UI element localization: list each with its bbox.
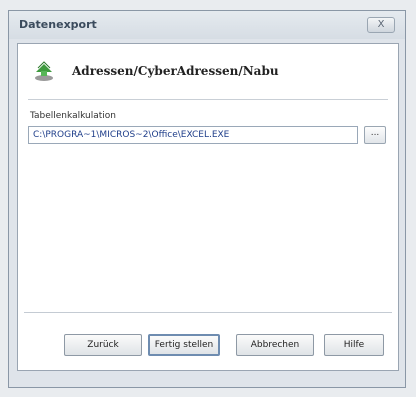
close-button[interactable]: X xyxy=(367,17,395,33)
footer-divider xyxy=(24,312,392,313)
page-title: Adressen/CyberAdressen/Nabu xyxy=(72,64,279,78)
cancel-button[interactable]: Abbrechen xyxy=(236,334,314,356)
back-button[interactable]: Zurück xyxy=(64,334,142,356)
title-bar: Datenexport X xyxy=(9,11,405,39)
help-button[interactable]: Hilfe xyxy=(324,334,384,356)
content-panel: Adressen/CyberAdressen/Nabu Tabellenkalk… xyxy=(17,43,399,371)
export-dialog: Datenexport X Adressen/CyberAdressen/Nab… xyxy=(8,10,406,388)
header: Adressen/CyberAdressen/Nabu xyxy=(18,44,398,98)
browse-button[interactable]: ... xyxy=(364,126,386,144)
spreadsheet-label: Tabellenkalkulation xyxy=(30,111,116,121)
finish-button[interactable]: Fertig stellen xyxy=(148,334,220,356)
divider xyxy=(28,99,388,100)
spreadsheet-path-input[interactable] xyxy=(28,126,358,144)
close-icon: X xyxy=(377,19,385,30)
dialog-title: Datenexport xyxy=(19,18,97,31)
export-arrow-icon xyxy=(35,61,53,81)
